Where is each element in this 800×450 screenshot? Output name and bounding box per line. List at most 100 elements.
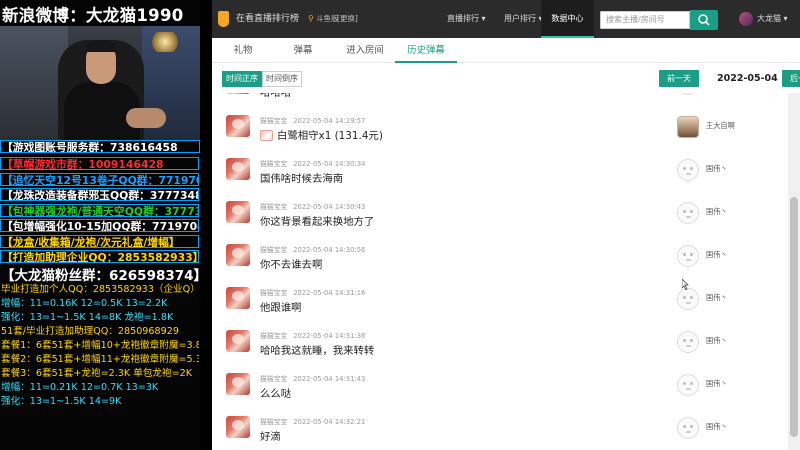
recipient-avatar[interactable]: [677, 374, 699, 396]
sender-avatar[interactable]: [226, 115, 250, 137]
message-timestamp: 2022-05-04 14:29:57: [293, 117, 366, 125]
recipient-avatar[interactable]: [677, 417, 699, 439]
danmaku-list-inner: 猫猫宝宝2022-05-04 14:29:40哈哈哈国伟丶猫猫宝宝 2022-05…: [212, 93, 788, 450]
recipient-name[interactable]: 国伟丶: [706, 336, 728, 346]
search-button[interactable]: [690, 10, 718, 30]
platform-label[interactable]: 斗鱼版: [316, 0, 339, 38]
sender-name[interactable]: 猫猫宝宝: [260, 117, 287, 125]
sender-name[interactable]: 猫猫宝宝: [260, 203, 287, 211]
message-text: 国伟啥时候去海南: [260, 173, 344, 185]
tab-bar: 礼物 弹幕 进入房间 历史弹幕: [212, 38, 800, 63]
user-avatar[interactable]: [739, 12, 753, 26]
search-input[interactable]: 搜索主播/房间号: [600, 11, 690, 29]
platform-change-link[interactable]: [更换]: [337, 0, 358, 38]
message-content: 哈哈我这就睡，我来转转: [260, 342, 374, 357]
message-timestamp: 2022-05-04 14:30:56: [293, 246, 366, 254]
overlay-line: 【草帽游戏市群：1009146428: [0, 157, 199, 170]
recipient-avatar[interactable]: [677, 93, 699, 95]
scrollbar-thumb[interactable]: [790, 197, 798, 437]
message-text: 你这背景看起来换地方了: [260, 216, 375, 228]
nav-data-center[interactable]: 数据中心: [541, 0, 594, 38]
sender-name[interactable]: 猫猫宝宝: [260, 246, 287, 254]
tab-history-danmaku[interactable]: 历史弹幕: [395, 38, 457, 63]
sender-avatar[interactable]: [226, 201, 250, 223]
message-text: 白鹭相守x1 (131.4元): [277, 130, 383, 142]
webcam-feed: [0, 26, 200, 140]
recipient-name[interactable]: 国伟丶: [706, 250, 728, 260]
sender-name[interactable]: 猫猫宝宝: [260, 289, 287, 297]
sender-avatar[interactable]: [226, 93, 250, 94]
message-meta: 猫猫宝宝 2022-05-04 14:29:57: [260, 115, 365, 125]
overlay-line: 套餐1：6套51套+增幅10+龙袍徽章附魔=3.8K: [1, 340, 199, 351]
site-logo-icon[interactable]: [218, 11, 229, 27]
sender-avatar[interactable]: [226, 287, 250, 309]
recipient-avatar[interactable]: [677, 331, 699, 353]
message-meta: 猫猫宝宝 2022-05-04 14:31:43: [260, 373, 365, 383]
overlay-line: 增幅：11=0.16K 12=0.5K 13=2.2K: [1, 298, 168, 309]
streamer-arm: [126, 108, 166, 128]
sender-name[interactable]: 猫猫宝宝: [260, 375, 287, 383]
gift-icon: [260, 130, 273, 141]
nav-live-rank[interactable]: 直播排行: [447, 0, 486, 38]
prev-day-button[interactable]: 前一天: [659, 70, 699, 87]
recipient-name[interactable]: 国伟丶: [706, 164, 728, 174]
message-timestamp: 2022-05-04 14:32:21: [293, 418, 366, 426]
message-meta: 猫猫宝宝 2022-05-04 14:31:16: [260, 287, 365, 297]
webcam-lamp: [150, 32, 180, 52]
tab-enter-room[interactable]: 进入房间: [344, 38, 386, 63]
sender-avatar[interactable]: [226, 330, 250, 352]
sender-name[interactable]: 猫猫宝宝: [260, 332, 287, 340]
sender-avatar[interactable]: [226, 416, 250, 438]
danmaku-row: 猫猫宝宝 2022-05-04 14:32:21 好滴 国伟丶: [212, 408, 788, 450]
nav-user-rank[interactable]: 用户排行: [504, 0, 543, 38]
recipient-name[interactable]: 王大自啊: [706, 121, 735, 131]
message-content: 你这背景看起来换地方了: [260, 213, 374, 228]
recipient-avatar[interactable]: [677, 202, 699, 224]
sender-avatar[interactable]: [226, 158, 250, 180]
sender-name[interactable]: 猫猫宝宝: [260, 160, 287, 168]
message-text: 好滴: [260, 431, 281, 443]
recipient-name[interactable]: 国伟丶: [706, 293, 728, 303]
sender-avatar[interactable]: [226, 244, 250, 266]
sender-name[interactable]: 猫猫宝宝: [260, 418, 287, 426]
recipient-name[interactable]: 国伟丶: [706, 379, 728, 389]
streamer-hair: [86, 40, 116, 52]
tab-danmaku[interactable]: 弹幕: [288, 38, 318, 63]
top-navbar: 在看直播排行榜 ⚲ 斗鱼版 [更换] 直播排行 用户排行 数据中心 搜索主播/房…: [212, 0, 800, 38]
message-timestamp: 2022-05-04 14:31:43: [293, 375, 366, 383]
message-meta: 猫猫宝宝 2022-05-04 14:30:43: [260, 201, 365, 211]
message-content: 么么哒: [260, 385, 291, 400]
tab-gifts[interactable]: 礼物: [228, 38, 258, 63]
message-content: 他跟谁啊: [260, 299, 302, 314]
overlay-line: 【包神器强龙袍/普通天空QQ群：377734868: [0, 204, 199, 217]
danmaku-row: 猫猫宝宝 2022-05-04 14:31:16 他跟谁啊 国伟丶: [212, 279, 788, 322]
sender-avatar[interactable]: [226, 373, 250, 395]
stream-overlay: 新浪微博：大龙猫1990 【游戏图账号服务群：738616458 【草帽游戏市群：…: [0, 0, 200, 450]
message-meta: 猫猫宝宝 2022-05-04 14:30:34: [260, 158, 365, 168]
danmaku-list: 猫猫宝宝2022-05-04 14:29:40哈哈哈国伟丶猫猫宝宝 2022-05…: [212, 93, 788, 450]
recipient-avatar[interactable]: [677, 245, 699, 267]
date-display[interactable]: 2022-05-04: [717, 70, 778, 87]
danmaku-row: 猫猫宝宝 2022-05-04 14:30:34 国伟啥时候去海南 国伟丶: [212, 150, 788, 193]
message-text: 哈哈我这就睡，我来转转: [260, 345, 375, 357]
overlay-line: 【打造加助理企业QQ：2853582933】: [0, 250, 199, 263]
recipient-avatar[interactable]: [677, 288, 699, 310]
recipient-avatar[interactable]: [677, 116, 699, 138]
message-meta: 猫猫宝宝 2022-05-04 14:31:36: [260, 330, 365, 340]
site-title[interactable]: 在看直播排行榜: [236, 0, 299, 38]
overlay-line: 增幅：11=0.21K 12=0.7K 13=3K: [1, 382, 159, 393]
overlay-line: 套餐2：6套51套+增幅11+龙袍徽章附魔=5.3K: [1, 354, 199, 365]
recipient-name[interactable]: 国伟丶: [706, 422, 728, 432]
sort-time-desc-button[interactable]: 时间倒序: [262, 71, 302, 87]
user-menu[interactable]: 大龙猫: [757, 0, 788, 38]
search-icon: [698, 14, 710, 26]
next-day-button[interactable]: 后一天: [782, 70, 800, 87]
message-text: 你不去谁去啊: [260, 259, 323, 271]
overlay-line: 【包增幅强化10-15加QQ群：771970473: [0, 219, 199, 232]
recipient-avatar[interactable]: [677, 159, 699, 181]
message-content: 国伟啥时候去海南: [260, 170, 343, 185]
danmaku-row: 猫猫宝宝 2022-05-04 14:30:43 你这背景看起来换地方了 国伟丶: [212, 193, 788, 236]
recipient-name[interactable]: 国伟丶: [706, 207, 728, 217]
scrollbar[interactable]: [788, 93, 800, 450]
sort-time-asc-button[interactable]: 时间正序: [222, 71, 262, 87]
